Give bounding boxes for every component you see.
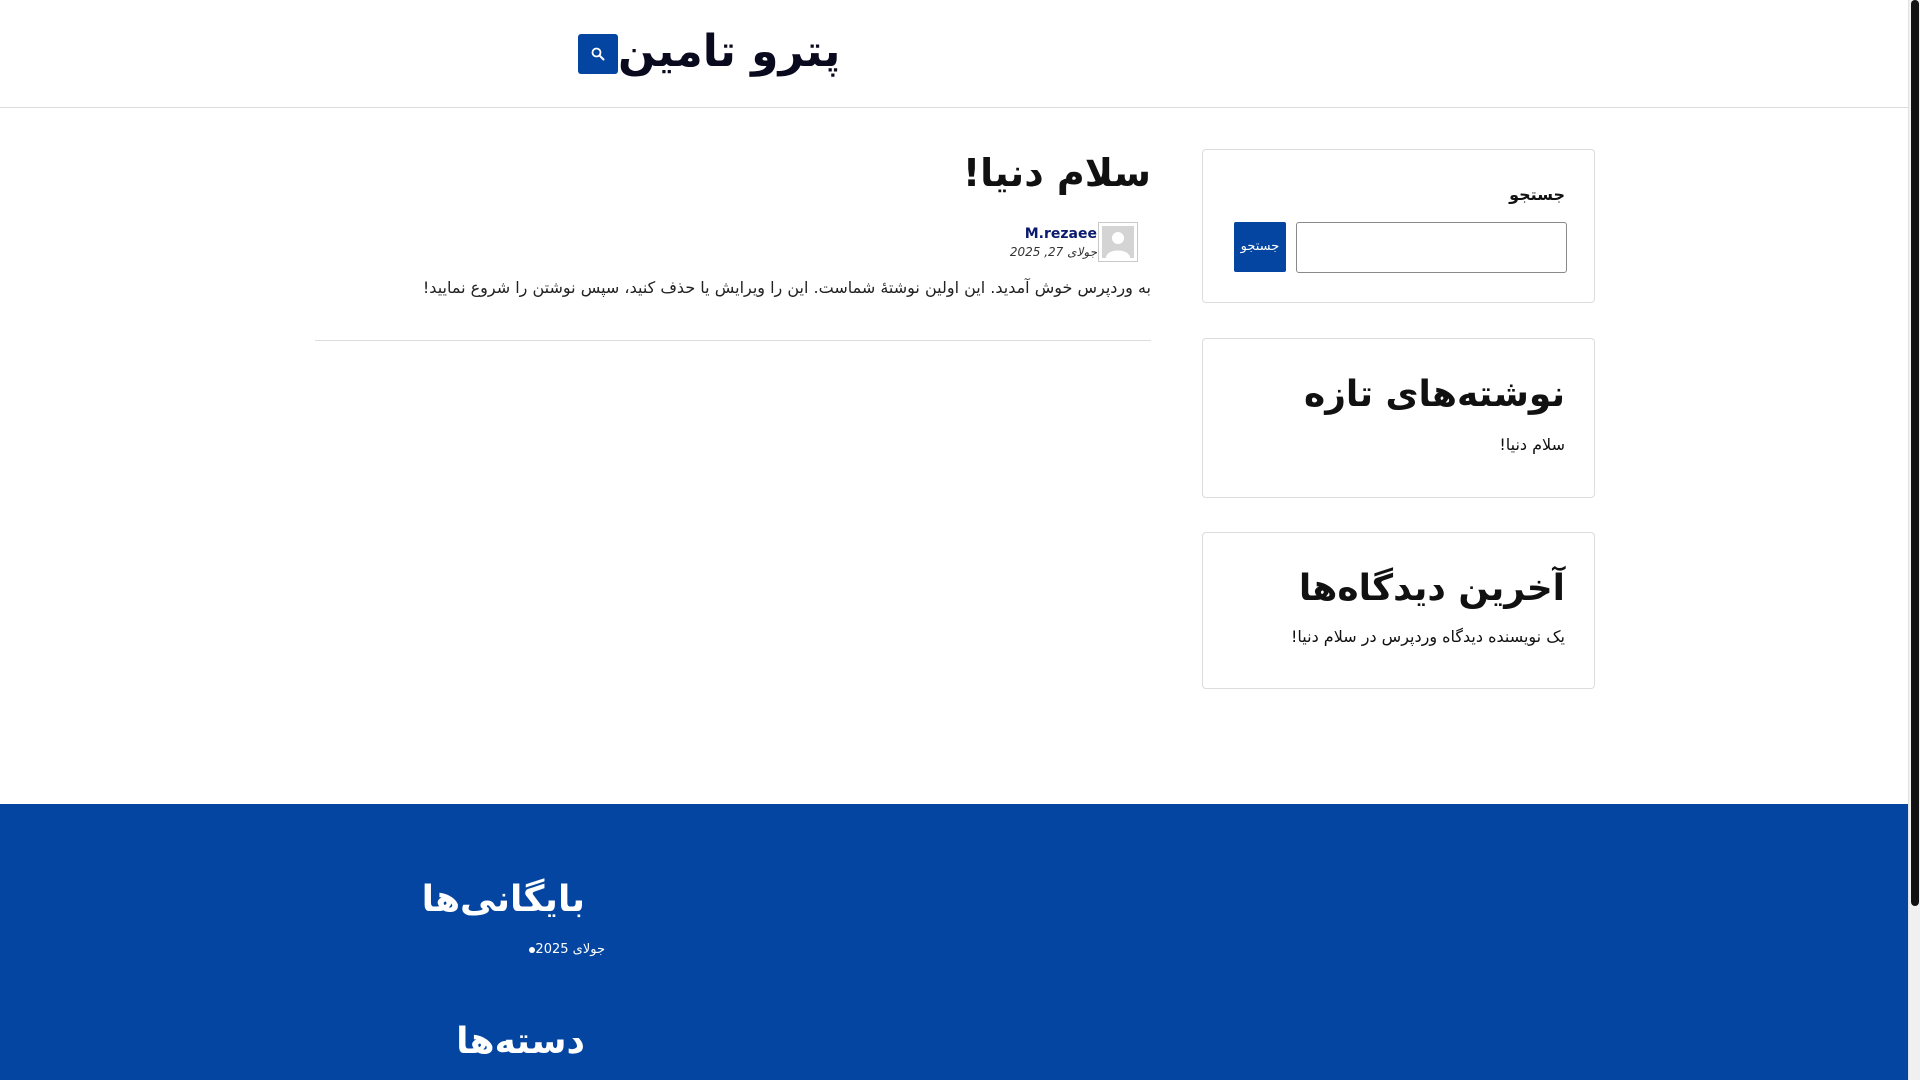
scrollbar-thumb[interactable] [1911, 0, 1919, 906]
site-header: پترو تامین [0, 0, 1908, 108]
recent-comments-heading: آخرین دیدگاه‌ها [1298, 568, 1565, 609]
post-title[interactable]: سلام دنیا! [963, 146, 1151, 200]
recent-posts-heading: نوشته‌های تازه [1303, 374, 1565, 415]
scrollbar-track[interactable] [1908, 0, 1920, 1080]
search-input[interactable] [1296, 222, 1567, 273]
recent-comment-link[interactable]: یک نویسنده دیدگاه وردپرس در سلام دنیا! [1291, 627, 1565, 646]
recent-post-link[interactable]: سلام دنیا! [1499, 435, 1565, 454]
search-submit-button[interactable]: جستجو [1234, 222, 1286, 272]
search-widget: جستجو جستجو [1202, 149, 1595, 303]
post-date[interactable]: جولای 27, 2025 [1010, 245, 1097, 259]
avatar[interactable] [1098, 222, 1138, 262]
archive-list-item[interactable]: جولای 2025 [519, 942, 605, 957]
header-search-button[interactable] [578, 34, 618, 74]
avatar-placeholder-icon [1102, 226, 1134, 258]
post-excerpt: به وردپرس خوش آمدید. این اولین نوشتهٔ شم… [422, 278, 1151, 297]
search-widget-label: جستجو [1509, 185, 1565, 204]
recent-comments-widget: آخرین دیدگاه‌ها یک نویسنده دیدگاه وردپرس… [1202, 532, 1595, 689]
recent-posts-widget: نوشته‌های تازه سلام دنیا! [1202, 338, 1595, 498]
search-icon [591, 47, 605, 61]
archives-heading: بایگانی‌ها [421, 879, 585, 920]
site-footer: بایگانی‌ها جولای 2025 دسته‌ها [0, 804, 1908, 1080]
site-title[interactable]: پترو تامین [618, 22, 840, 82]
page: پترو تامین سلام دنیا! M.rezaee جولای 27,… [0, 0, 1920, 1080]
archive-item-label[interactable]: جولای 2025 [535, 942, 605, 957]
post-divider [315, 340, 1151, 341]
categories-heading: دسته‌ها [456, 1021, 585, 1062]
post-author-link[interactable]: M.rezaee [1025, 226, 1097, 242]
